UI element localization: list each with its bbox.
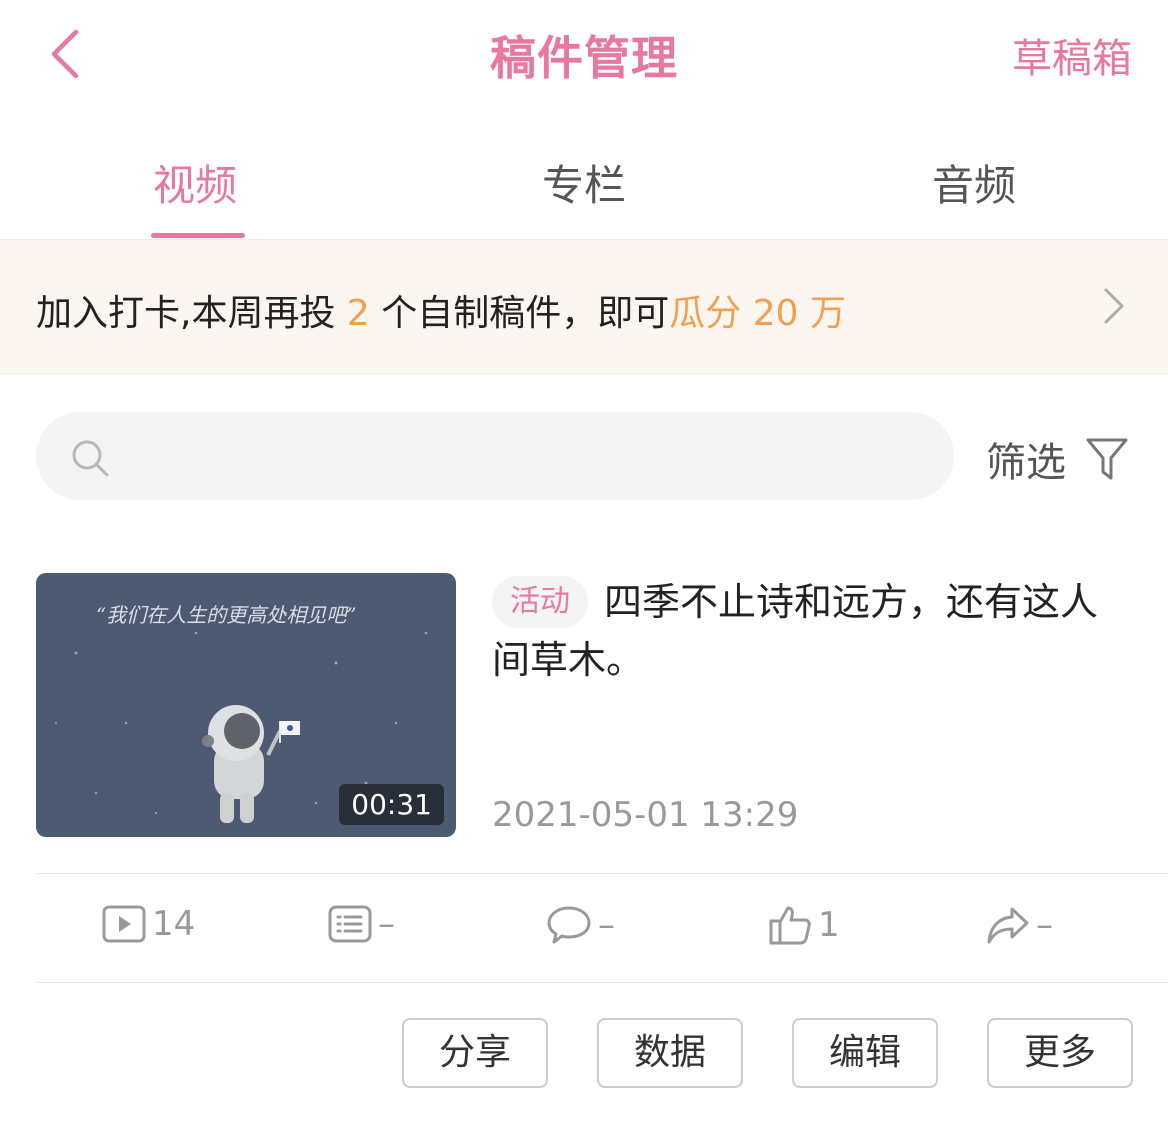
search-icon <box>72 440 109 477</box>
video-stats-row: 14 – – 1 – <box>36 873 1168 983</box>
tab-video[interactable]: 视频 <box>95 152 295 213</box>
edit-button[interactable]: 编辑 <box>792 1018 938 1088</box>
video-title[interactable]: 活动 四季不止诗和远方，还有这人间草木。 <box>492 573 1132 689</box>
comment-icon <box>547 906 591 944</box>
promo-text: 加入打卡,本周再投 2 个自制稿件，即可瓜分 20 万 <box>36 293 846 334</box>
page-title: 稿件管理 <box>490 31 678 85</box>
promo-banner[interactable]: 加入打卡,本周再投 2 个自制稿件，即可瓜分 20 万 <box>0 240 1168 374</box>
activity-tag: 活动 <box>492 576 588 628</box>
tab-column[interactable]: 专栏 <box>484 152 684 213</box>
filter-label: 筛选 <box>986 440 1066 486</box>
filter-button[interactable]: 筛选 <box>986 430 1129 486</box>
share-icon <box>987 907 1029 944</box>
stat-comments[interactable]: – <box>546 904 615 954</box>
stat-shares[interactable]: – <box>986 904 1053 954</box>
filter-icon <box>1086 438 1128 480</box>
shares-count: – <box>1036 905 1053 945</box>
header-bar: 稿件管理 草稿箱 <box>0 0 1168 110</box>
danmaku-icon <box>328 905 372 943</box>
video-card[interactable]: “我们在人生的更高处相见吧” 00:31 活动 四季不止诗和远方，还有这人间草木。… <box>36 573 1132 837</box>
thumbnail-caption: “我们在人生的更高处相见吧” <box>96 603 357 627</box>
video-thumbnail[interactable]: “我们在人生的更高处相见吧” 00:31 <box>36 573 456 837</box>
search-input[interactable] <box>126 412 926 500</box>
more-button[interactable]: 更多 <box>987 1018 1133 1088</box>
data-button[interactable]: 数据 <box>597 1018 743 1088</box>
stat-danmaku[interactable]: – <box>328 904 395 954</box>
stat-plays[interactable]: 14 <box>102 904 195 954</box>
drafts-button[interactable]: 草稿箱 <box>1012 26 1132 84</box>
active-tab-indicator <box>151 233 245 238</box>
plays-count: 14 <box>152 904 196 944</box>
play-icon <box>102 905 146 943</box>
video-info: 活动 四季不止诗和远方，还有这人间草木。 2021-05-01 13:29 <box>492 573 1132 837</box>
stat-likes[interactable]: 1 <box>768 904 840 954</box>
comments-count: – <box>598 905 615 945</box>
tab-audio[interactable]: 音频 <box>874 152 1074 213</box>
search-box[interactable] <box>36 412 954 500</box>
content-type-tabs: 视频 专栏 音频 <box>0 130 1168 240</box>
thumbs-up-icon <box>769 906 811 945</box>
search-row: 筛选 <box>0 412 1168 502</box>
video-duration: 00:31 <box>339 784 444 825</box>
chevron-right-icon <box>1104 288 1124 324</box>
danmaku-count: – <box>378 904 395 944</box>
video-date: 2021-05-01 13:29 <box>492 795 799 835</box>
likes-count: 1 <box>818 905 840 945</box>
share-button[interactable]: 分享 <box>402 1018 548 1088</box>
